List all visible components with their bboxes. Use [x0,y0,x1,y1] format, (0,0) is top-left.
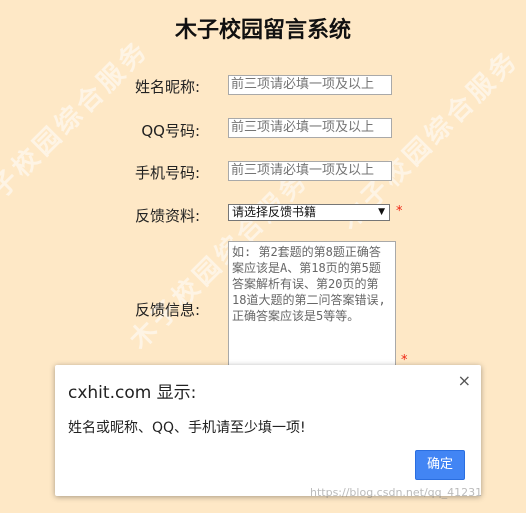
dropdown-arrow-icon: ▼ [378,207,385,217]
qq-input[interactable]: 前三项请必填一项及以上 [228,118,392,138]
feedback-book-select[interactable]: 请选择反馈书籍 ▼ [228,204,390,221]
close-icon[interactable]: × [458,371,471,390]
nickname-label: 姓名昵称: [134,78,200,96]
dialog-message: 姓名或昵称、QQ、手机请至少填一项! [68,420,306,436]
feedback-info-textarea[interactable]: 如: 第2套题的第8题正确答案应该是A、第18页的第5题答案解析有误、第20页的… [228,241,396,367]
phone-label: 手机号码: [134,164,200,182]
alert-dialog: cxhit.com 显示: × 姓名或昵称、QQ、手机请至少填一项! 确定 [55,365,481,496]
required-mark: * [396,204,403,219]
dialog-host: cxhit.com 显示: [68,383,197,403]
nickname-input[interactable]: 前三项请必填一项及以上 [228,75,392,95]
select-value: 请选择反馈书籍 [232,205,317,219]
url-watermark: https://blog.csdn.net/qq_41231 [310,486,483,499]
feedback-material-label: 反馈资料: [134,207,200,225]
ok-button[interactable]: 确定 [415,450,465,480]
qq-label: QQ号码: [141,122,200,140]
phone-input[interactable]: 前三项请必填一项及以上 [228,161,392,181]
feedback-info-label: 反馈信息: [134,301,200,319]
page-title: 木子校园留言系统 [174,18,351,43]
